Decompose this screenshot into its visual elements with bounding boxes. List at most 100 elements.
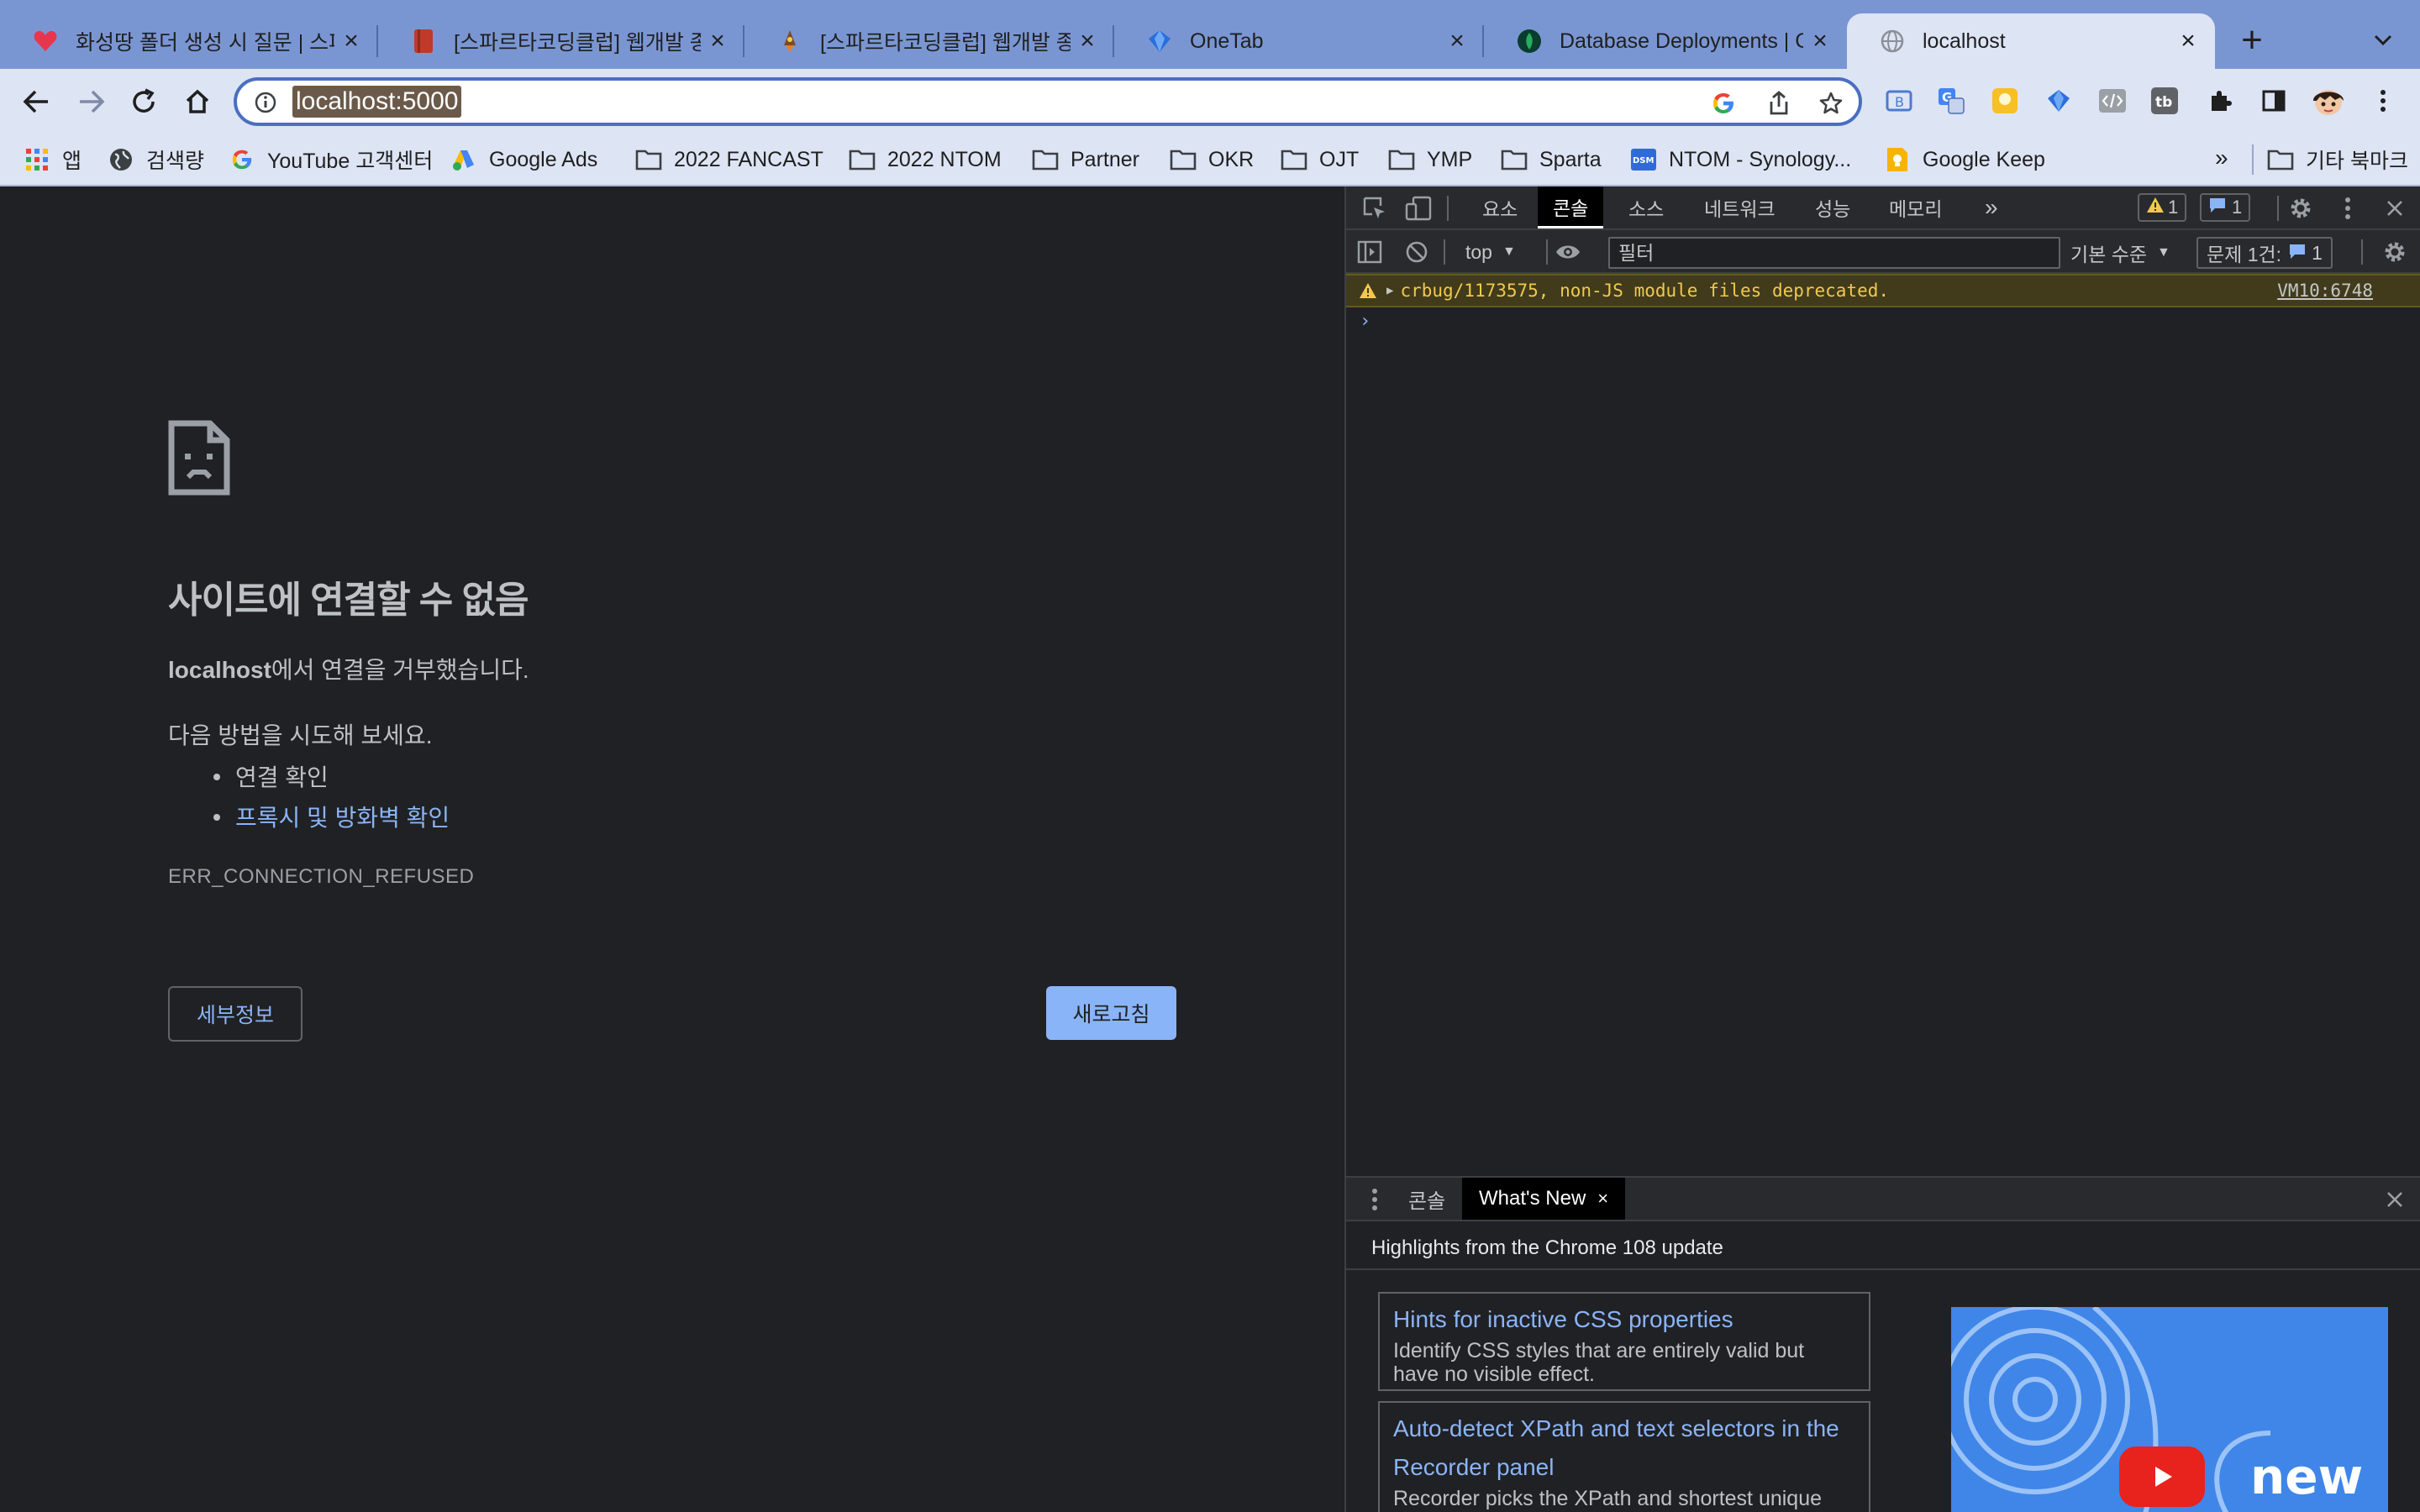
eye-icon[interactable] (1553, 237, 1583, 267)
profile-avatar[interactable] (2309, 84, 2348, 118)
console-settings-gear-icon[interactable] (2380, 237, 2410, 267)
log-level-selector[interactable]: 기본 수준 ▼ (2070, 237, 2170, 269)
bookmark-folder-sparta[interactable]: Sparta (1501, 143, 1602, 176)
bookmark-youtube-help[interactable]: YouTube 고객센터 (229, 143, 433, 176)
bookmark-folder-fancast[interactable]: 2022 FANCAST (635, 143, 823, 176)
google-g-icon[interactable] (1707, 87, 1739, 119)
google-translate-icon[interactable]: G (1934, 84, 1968, 118)
devtools-menu-icon[interactable] (2333, 193, 2363, 223)
close-icon[interactable]: × (2171, 24, 2205, 58)
address-bar[interactable]: localhost:5000 (234, 77, 1862, 126)
expand-arrow-icon[interactable]: ▶ (1386, 284, 1393, 297)
tab-sources[interactable]: 소스 (1613, 186, 1679, 228)
home-icon[interactable] (176, 81, 218, 123)
bookmark-label: Google Ads (489, 147, 598, 171)
reload-icon[interactable] (123, 81, 165, 123)
tab-localhost[interactable]: localhost × (1847, 13, 2215, 69)
tab-performance[interactable]: 성능 (1800, 186, 1865, 228)
bookmark-ntom-synology[interactable]: DSM NTOM - Synology... (1630, 143, 1851, 176)
tab-network[interactable]: 네트워크 (1689, 186, 1791, 228)
console-filter-input[interactable]: 필터 (1608, 237, 2060, 269)
share-icon[interactable] (1763, 87, 1795, 119)
star-icon[interactable] (1815, 87, 1847, 119)
onetab-extension-icon[interactable] (2042, 84, 2075, 118)
drawer-menu-icon[interactable] (1360, 1184, 1390, 1215)
issues-counter[interactable]: 문제 1건: 1 (2196, 237, 2333, 269)
close-icon[interactable]: × (1597, 1188, 1608, 1210)
back-button[interactable] (15, 81, 57, 123)
warnings-badge[interactable]: 1 (2138, 193, 2187, 222)
side-panel-icon[interactable] (2257, 84, 2291, 118)
kebab-menu-icon[interactable] (2366, 84, 2400, 118)
bookmark-folder-ojt[interactable]: OJT (1281, 143, 1359, 176)
drawer-tab-console[interactable]: 콘솔 (1408, 1178, 1445, 1220)
close-icon[interactable]: × (334, 24, 368, 58)
whats-new-card[interactable]: Auto-detect XPath and text selectors in … (1378, 1401, 1870, 1512)
bookmark-folder-ntom[interactable]: 2022 NTOM (849, 143, 1002, 176)
device-toggle-icon[interactable] (1403, 193, 1434, 223)
bookmark-folder-okr[interactable]: OKR (1170, 143, 1254, 176)
tab-console[interactable]: 콘솔 (1538, 186, 1604, 228)
bookmark-search-volume[interactable]: 검색량 (108, 143, 204, 176)
reload-button[interactable]: 새로고침 (1046, 986, 1176, 1040)
tab-elements[interactable]: 요소 (1467, 186, 1533, 228)
extension-bulb-icon[interactable] (1988, 84, 2022, 118)
tab-sparta-webdev-2[interactable]: [스파르타코딩클럽] 웹개발 종합반 × (744, 13, 1114, 69)
error-title: 사이트에 연결할 수 없음 (168, 580, 529, 621)
url-text[interactable]: localhost:5000 (292, 86, 462, 118)
details-button[interactable]: 세부정보 (168, 986, 302, 1042)
tab-sparta-question[interactable]: 화성땅 폴더 생성 시 질문 | 스파르 × (0, 13, 378, 69)
suggestion-check-proxy-firewall[interactable]: 프록시 및 방화벽 확인 (168, 796, 450, 837)
card-title-link[interactable]: Auto-detect XPath and text selectors in … (1393, 1410, 1855, 1487)
play-button-icon[interactable] (2119, 1446, 2205, 1507)
tab-title: localhost (1923, 29, 2006, 53)
console-prompt[interactable]: › (1360, 311, 1370, 332)
browser-toolbar: localhost:5000 B G tb (0, 69, 2420, 134)
bookmarks-overflow-button[interactable]: » (2215, 144, 2228, 171)
sidebar-toggle-icon[interactable] (1355, 237, 1385, 267)
whats-new-video-thumbnail[interactable]: new (1951, 1307, 2388, 1512)
tab-memory[interactable]: 메모리 (1874, 186, 1957, 228)
new-tab-button[interactable]: + (2230, 22, 2274, 62)
close-icon[interactable]: × (1803, 24, 1837, 58)
sparta-heart-icon (32, 28, 59, 55)
clear-console-icon[interactable] (1402, 237, 1432, 267)
tab-database-deployments[interactable]: Database Deployments | Cl × (1484, 13, 1847, 69)
close-drawer-icon[interactable] (2380, 1184, 2410, 1215)
error-message-suffix: 에서 연결을 거부했습니다. (271, 657, 529, 683)
bookmark-google-ads[interactable]: Google Ads (450, 143, 597, 176)
bookmark-apps[interactable]: 앱 (24, 143, 82, 176)
bookmark-google-keep[interactable]: Google Keep (1884, 143, 2045, 176)
whats-new-card[interactable]: Hints for inactive CSS properties Identi… (1378, 1292, 1870, 1391)
bookmark-other-folder[interactable]: 기타 북마크 (2267, 143, 2408, 176)
console-warning-row[interactable]: ▶ crbug/1173575, non-JS module files dep… (1346, 274, 2420, 307)
bookmark-folder-ymp[interactable]: YMP (1388, 143, 1472, 176)
code-extension-icon[interactable] (2096, 84, 2129, 118)
forward-button[interactable] (71, 81, 113, 123)
info-icon[interactable] (254, 91, 277, 114)
console-warning-source-link[interactable]: VM10:6748 (2277, 281, 2373, 301)
tab-sparta-webdev-1[interactable]: [스파르타코딩클럽] 웹개발 종합반 × (378, 13, 744, 69)
folder-icon (1032, 146, 1059, 173)
tb-extension-icon[interactable]: tb (2148, 84, 2181, 118)
close-devtools-icon[interactable] (2380, 193, 2410, 223)
tab-title: [스파르타코딩클럽] 웹개발 종합반 (820, 31, 1071, 55)
extensions-puzzle-icon[interactable] (2203, 84, 2237, 118)
context-selector[interactable]: top ▼ (1465, 237, 1516, 267)
messages-badge[interactable]: 1 (2200, 193, 2251, 222)
card-title-link[interactable]: Hints for inactive CSS properties (1393, 1300, 1855, 1339)
more-tabs-button[interactable]: » (1970, 186, 2013, 228)
close-icon[interactable]: × (701, 24, 734, 58)
bookmark-folder-partner[interactable]: Partner (1032, 143, 1139, 176)
settings-gear-icon[interactable] (2286, 193, 2316, 223)
extension-reader-icon[interactable]: B (1882, 84, 1916, 118)
close-icon[interactable]: × (1071, 24, 1104, 58)
console-warning-text: crbug/1173575, non-JS module files depre… (1400, 281, 1890, 301)
tab-onetab[interactable]: OneTab × (1114, 13, 1484, 69)
inspect-element-icon[interactable] (1360, 193, 1390, 223)
warning-triangle-icon (2146, 197, 2165, 218)
close-icon[interactable]: × (1440, 24, 1474, 58)
drawer-tab-whats-new[interactable]: What's New × (1462, 1178, 1626, 1220)
bookmark-label: NTOM - Synology... (1669, 147, 1852, 171)
tab-search-chevron-icon[interactable] (2363, 20, 2403, 60)
